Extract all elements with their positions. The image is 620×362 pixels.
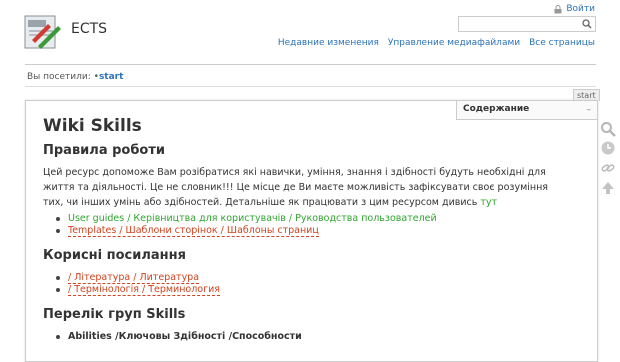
login-link[interactable]: Войти — [554, 4, 595, 14]
list-item: User guides / Керівництва для користувач… — [56, 213, 437, 224]
bullet — [56, 276, 60, 280]
breadcrumb-divider — [25, 86, 596, 87]
site-title[interactable]: ECTS — [71, 21, 107, 37]
search-icon[interactable] — [582, 19, 592, 29]
sitemap-link[interactable]: Все страницы — [529, 38, 595, 48]
bullet — [56, 229, 60, 233]
media-manager-link[interactable]: Управление медиафайлами — [388, 38, 520, 48]
bullet — [56, 334, 60, 339]
site-tools: Недавние изменения Управление медиафайла… — [278, 38, 595, 48]
dokuwiki-logo[interactable] — [22, 12, 62, 52]
login-label[interactable]: Войти — [566, 4, 595, 14]
page-title: Wiki Skills — [43, 116, 142, 136]
breadcrumb-item-start[interactable]: start — [99, 72, 123, 82]
back-to-top-icon[interactable] — [600, 180, 616, 196]
list-item: Abilities /Ключовы Здібності /Способност… — [56, 331, 302, 342]
bullet — [56, 216, 60, 221]
intro-link[interactable]: тут — [480, 197, 497, 208]
section-heading-rules: Правила роботи — [43, 143, 166, 158]
table-of-contents[interactable]: Содержание – — [456, 101, 597, 120]
recent-changes-link[interactable]: Недавние изменения — [278, 38, 379, 48]
search-icon[interactable] — [600, 121, 616, 137]
templates-link[interactable]: Templates / Шаблони сторінок / Шаблоны с… — [68, 225, 319, 237]
user-guides-link[interactable]: User guides / Керівництва для користувач… — [68, 213, 437, 224]
page-content: Содержание – Wiki Skills Правила роботи … — [25, 100, 598, 362]
intro-line-3: працювати з цим ресурсом дивись — [302, 197, 478, 208]
literature-link[interactable]: / Література / Литература — [68, 272, 200, 284]
search-input[interactable] — [458, 16, 596, 32]
intro-paragraph: Цей ресурс допоможе Вам розібратися які … — [43, 165, 563, 210]
header-divider — [25, 64, 596, 65]
lock-icon — [554, 4, 562, 13]
bullet — [56, 288, 60, 292]
terminology-link[interactable]: / Термінологія / Терминология — [68, 284, 221, 296]
abilities-item[interactable]: Abilities /Ключовы Здібності /Способност… — [68, 331, 302, 342]
toc-label: Содержание — [463, 104, 530, 114]
list-item: / Література / Литература — [56, 272, 200, 284]
section-heading-skills-groups: Перелік груп Skills — [43, 307, 186, 322]
toc-toggle-icon[interactable]: – — [587, 105, 592, 115]
revisions-icon[interactable] — [600, 140, 616, 156]
list-item: Templates / Шаблони сторінок / Шаблоны с… — [56, 225, 319, 237]
section-heading-useful-links: Корисні посилання — [43, 248, 186, 263]
list-item: / Термінологія / Терминология — [56, 284, 221, 296]
breadcrumb: Вы посетили: •start — [27, 72, 123, 82]
breadcrumb-label: Вы посетили: — [27, 72, 91, 82]
backlinks-icon[interactable] — [600, 160, 616, 176]
